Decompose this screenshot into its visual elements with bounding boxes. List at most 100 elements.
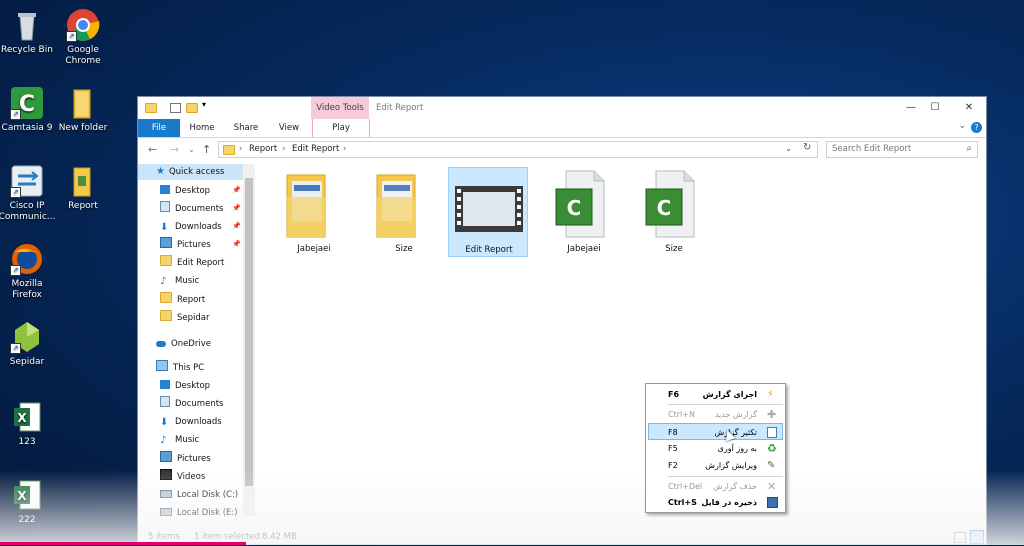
nav-quick-access[interactable]: ★ Quick access [156, 164, 224, 180]
nav-downloads[interactable]: ⬇ Downloads [160, 219, 222, 235]
refresh-icon[interactable]: ↻ [803, 142, 811, 153]
nav-edit-report[interactable]: Edit Report [160, 255, 224, 271]
scrollbar-thumb[interactable] [245, 178, 253, 486]
nav-onedrive[interactable]: OneDrive [156, 336, 211, 352]
desktop-icon [160, 185, 170, 194]
breadcrumb-edit-report[interactable]: Edit Report [292, 144, 339, 154]
maximize-button[interactable]: ☐ [927, 101, 943, 115]
save-file-icon [767, 497, 778, 508]
address-bar[interactable]: › Report › Edit Report › ⌄ ↻ [218, 141, 818, 158]
properties-icon[interactable] [170, 103, 181, 113]
svg-text:C: C [657, 196, 672, 220]
breadcrumb-report[interactable]: Report [249, 144, 277, 154]
pin-icon[interactable]: 📌 [232, 240, 241, 248]
recycle-bin-icon [10, 8, 44, 42]
menu-item-run-report[interactable]: F6 اجرای گزارش ⚡ [648, 386, 783, 403]
camtasia-icon: C ↗ [10, 86, 44, 120]
chevron-down-icon[interactable]: ⌄ [188, 145, 195, 154]
status-size: 8.42 MB [262, 532, 297, 542]
nav-documents[interactable]: Documents [160, 201, 223, 217]
firefox-icon: ↗ [10, 242, 44, 276]
chevron-down-icon[interactable]: ⌄ [958, 121, 966, 131]
file-item-camtasia-jabejaei[interactable]: C Jabejaei [544, 167, 624, 257]
delete-icon: ✕ [767, 480, 777, 493]
drive-icon [160, 490, 172, 498]
tab-file[interactable]: File [138, 119, 180, 137]
pin-icon[interactable]: 📌 [232, 204, 241, 212]
search-icon[interactable]: ⌕ [966, 143, 972, 154]
pin-icon[interactable]: 📌 [232, 222, 241, 230]
nav-pc-desktop[interactable]: Desktop [160, 378, 210, 394]
nav-this-pc[interactable]: This PC [156, 360, 204, 376]
address-row: ← → ⌄ ↑ › Report › Edit Report › ⌄ ↻ Sea… [138, 139, 986, 161]
pin-icon[interactable]: 📌 [232, 186, 241, 194]
film-icon [160, 469, 172, 480]
desktop-icon-222[interactable]: X 222 [0, 478, 59, 526]
file-item-camtasia-size[interactable]: C Size [634, 167, 714, 257]
nav-local-disk-e[interactable]: Local Disk (E:) [160, 505, 238, 521]
new-folder-icon[interactable] [186, 103, 198, 113]
desktop-icon-123[interactable]: X 123 [0, 400, 59, 448]
file-list: Jabejaei Size Edit Report C Jabejaei C S… [274, 167, 974, 527]
tab-home[interactable]: Home [184, 119, 220, 137]
file-item-video-edit-report[interactable]: Edit Report [448, 167, 528, 257]
desktop-icon-new-folder[interactable]: New folder [51, 86, 115, 134]
nav-report[interactable]: Report [160, 292, 205, 308]
folder-icon [160, 292, 172, 303]
close-button[interactable]: ✕ [961, 101, 977, 115]
nav-pc-documents[interactable]: Documents [160, 396, 223, 412]
tab-share[interactable]: Share [230, 119, 262, 137]
chrome-icon: ↗ [66, 8, 100, 42]
desktop-icon-firefox[interactable]: ↗ Mozilla Firefox [0, 242, 59, 301]
folder-icon [66, 86, 100, 120]
menu-item-copy-report[interactable]: F8 تکثیر گزارش [648, 423, 783, 440]
nav-local-disk-c[interactable]: Local Disk (C:) [160, 487, 238, 503]
menu-item-save-to-file[interactable]: Ctrl+S ذخیره در فایل [648, 494, 783, 511]
menu-item-new-report[interactable]: Ctrl+N گزارش جدید ✚ [648, 406, 783, 423]
chevron-down-icon[interactable]: ⌄ [785, 144, 792, 154]
file-item-folder-size[interactable]: Size [364, 167, 444, 257]
nav-music[interactable]: ♪ Music [160, 273, 199, 289]
excel-icon: X [10, 400, 44, 434]
nav-pc-videos[interactable]: Videos [160, 469, 205, 485]
nav-sepidar[interactable]: Sepidar [160, 310, 209, 326]
search-input[interactable]: Search Edit Report ⌕ [826, 141, 978, 158]
menu-item-refresh[interactable]: F5 به روز آوری ♻ [648, 440, 783, 457]
nav-desktop[interactable]: Desktop [160, 183, 210, 199]
file-icon [66, 164, 100, 198]
video-tools-context-tab: Video Tools [311, 97, 369, 119]
details-view-icon[interactable] [954, 532, 966, 543]
back-arrow-icon[interactable]: ← [148, 143, 157, 156]
file-item-folder-jabejaei[interactable]: Jabejaei [274, 167, 354, 257]
help-icon[interactable]: ? [971, 122, 982, 133]
folder-icon [160, 255, 172, 266]
shortcut-arrow-icon: ↗ [10, 187, 21, 198]
lightning-icon: ⚡ [767, 389, 775, 400]
nav-pc-downloads[interactable]: ⬇ Downloads [160, 414, 222, 430]
up-arrow-icon[interactable]: ↑ [202, 143, 211, 156]
customize-qat-icon[interactable]: ▾ [202, 100, 206, 110]
folder-icon [145, 103, 157, 113]
nav-pictures[interactable]: Pictures [160, 237, 211, 253]
sepidar-icon: ↗ [10, 320, 44, 354]
desktop-icon-chrome[interactable]: ↗ Google Chrome [51, 8, 115, 67]
desktop-icon-report[interactable]: Report [51, 164, 115, 212]
nav-scrollbar[interactable] [243, 164, 255, 516]
nav-pc-pictures[interactable]: Pictures [160, 451, 211, 467]
minimize-button[interactable]: — [903, 101, 919, 115]
window-title: Edit Report [376, 103, 424, 113]
tab-play[interactable]: Play [312, 119, 370, 137]
desktop-icon-sepidar[interactable]: ↗ Sepidar [0, 320, 59, 368]
svg-text:C: C [567, 196, 582, 220]
large-icons-view-icon[interactable] [970, 530, 984, 544]
menu-item-edit-report[interactable]: F2 ویرایش گزارش ✎ [648, 457, 783, 474]
title-bar: ▾ Video Tools Edit Report — ☐ ✕ [138, 97, 986, 119]
ribbon-tabs: File Home Share View Play ⌄ ? [138, 119, 986, 138]
forward-arrow-icon[interactable]: → [170, 143, 179, 156]
tab-view[interactable]: View [274, 119, 304, 137]
music-note-icon: ♪ [160, 276, 167, 287]
menu-item-delete-report[interactable]: Ctrl+Del حذف گزارش ✕ [648, 478, 783, 495]
search-placeholder: Search Edit Report [832, 144, 912, 154]
drive-icon [160, 508, 172, 516]
nav-pc-music[interactable]: ♪ Music [160, 432, 199, 448]
